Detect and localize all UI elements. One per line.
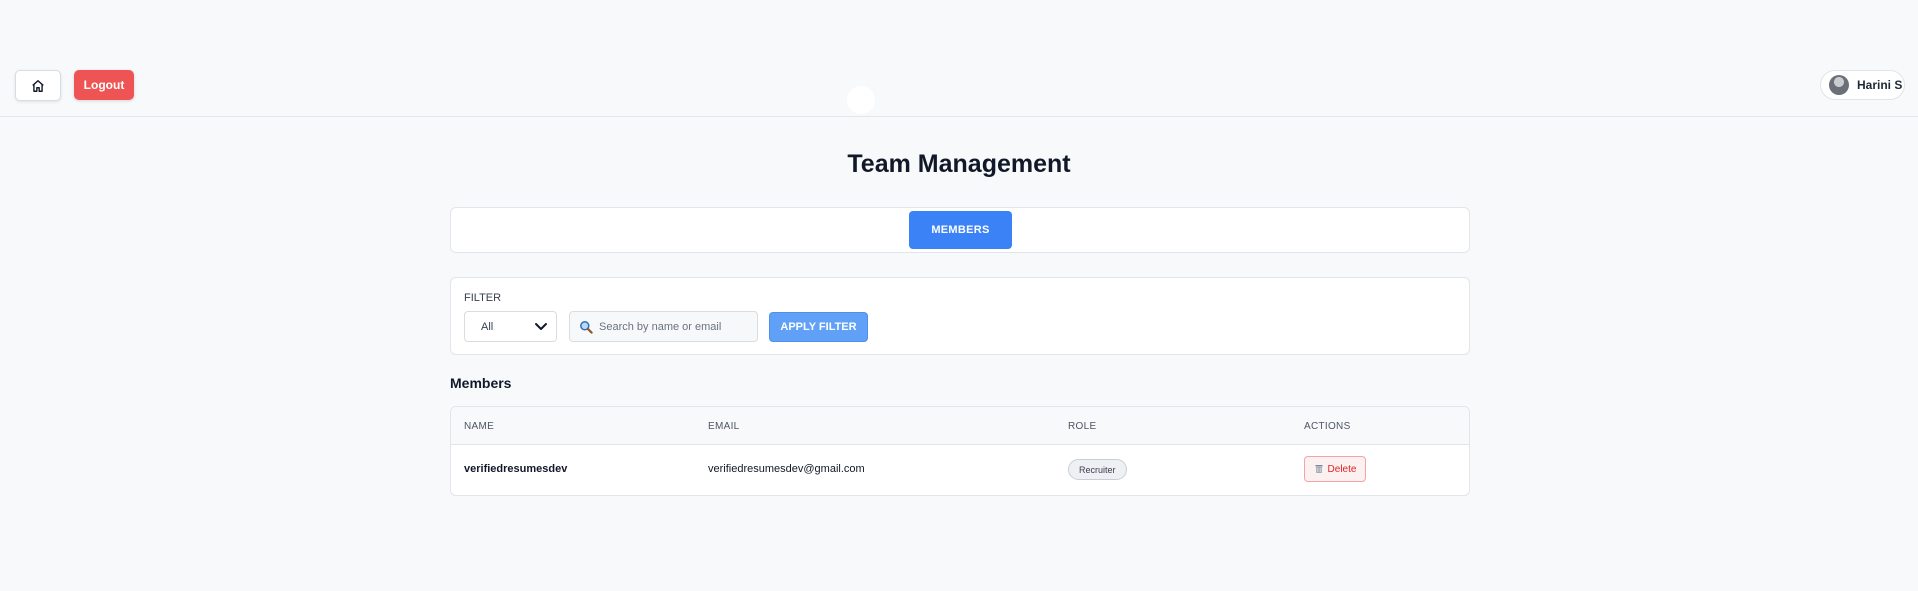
- delete-member-button[interactable]: Delete: [1304, 456, 1366, 482]
- search-input[interactable]: [599, 320, 749, 333]
- search-icon: [580, 320, 593, 334]
- apply-filter-button[interactable]: APPLY FILTER: [769, 312, 868, 342]
- members-section-title: Members: [450, 375, 512, 391]
- column-header-actions: ACTIONS: [1304, 421, 1351, 432]
- role-filter-select[interactable]: All: [464, 311, 557, 342]
- column-header-email: EMAIL: [708, 421, 740, 432]
- delete-label: Delete: [1327, 463, 1357, 475]
- filter-label: FILTER: [464, 292, 502, 304]
- tabs-bar: MEMBERS: [450, 207, 1470, 253]
- member-email: verifiedresumesdev@gmail.com: [708, 463, 865, 475]
- top-bar: Logout Harini S: [0, 0, 1918, 117]
- user-menu[interactable]: Harini S: [1820, 70, 1905, 100]
- table-header: NAME EMAIL ROLE ACTIONS: [451, 407, 1469, 445]
- filter-panel: FILTER All APPLY FILTER: [450, 277, 1470, 355]
- trash-icon: [1315, 465, 1323, 473]
- member-name: verifiedresumesdev: [464, 463, 568, 475]
- tab-members[interactable]: MEMBERS: [909, 211, 1012, 249]
- home-icon: [32, 79, 44, 92]
- user-name: Harini S: [1857, 78, 1903, 92]
- role-filter-value: All: [481, 320, 494, 333]
- loading-indicator: [847, 86, 875, 114]
- column-header-role: ROLE: [1068, 421, 1097, 432]
- logout-button[interactable]: Logout: [74, 70, 134, 100]
- table-row: verifiedresumesdev verifiedresumesdev@gm…: [451, 445, 1469, 495]
- chevron-down-icon: [535, 323, 547, 330]
- members-table: NAME EMAIL ROLE ACTIONS verifiedresumesd…: [450, 406, 1470, 496]
- avatar: [1829, 75, 1849, 95]
- role-badge: Recruiter: [1068, 459, 1127, 480]
- page-title: Team Management: [847, 150, 1071, 178]
- search-field: [569, 311, 758, 342]
- column-header-name: NAME: [464, 421, 495, 432]
- home-button[interactable]: [15, 70, 61, 101]
